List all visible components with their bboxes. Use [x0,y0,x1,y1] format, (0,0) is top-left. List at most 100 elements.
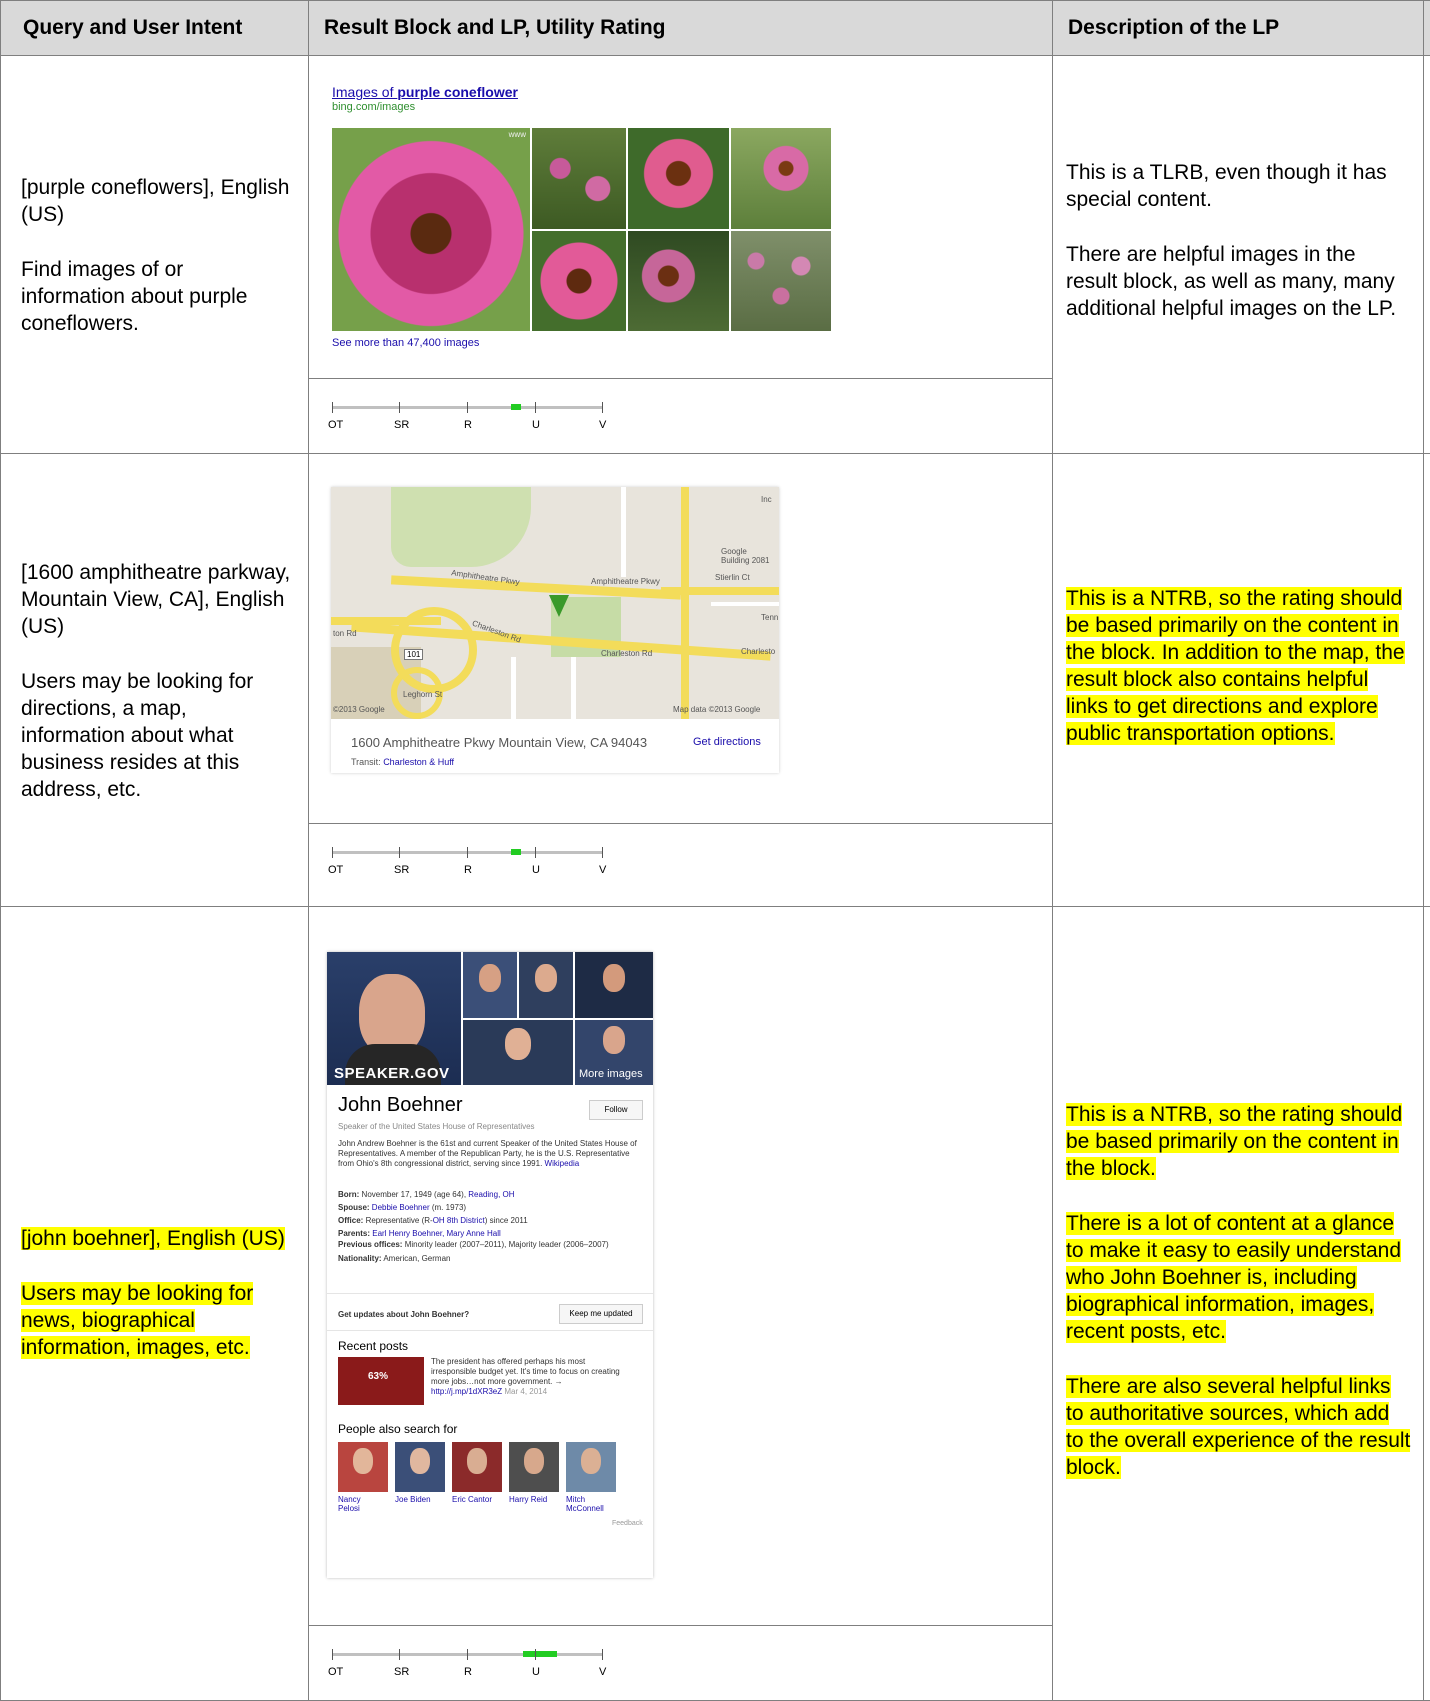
person-photo-reid[interactable] [509,1442,559,1492]
scale-label-sr: SR [394,864,410,876]
coneflower-thumb-1[interactable] [532,128,626,229]
images-title-link[interactable]: Images of purple coneflower [332,84,518,100]
post-text: The president has offered perhaps his mo… [431,1357,620,1396]
boehner-main-photo[interactable]: SPEAKER.GOV [327,952,461,1085]
coneflower-image-large[interactable]: www [332,128,530,331]
rating-fill [510,849,521,855]
scale-label-r: R [464,419,472,431]
images-source: bing.com/images [332,101,416,113]
row3-utility-scale: OT SR R U V [328,1645,614,1681]
follow-button[interactable]: Follow [589,1100,643,1120]
wikipedia-link[interactable]: Wikipedia [545,1159,580,1168]
map-pin-icon[interactable] [549,595,569,617]
fact-parents: Parents: Earl Henry Boehner, Mary Anne H… [338,1229,501,1238]
row2-utility-scale: OT SR R U V [328,843,614,879]
row3-intent: Users may be looking for news, biographi… [21,1282,254,1359]
row1-query-cell: [purple coneflowers], English (US) Find … [21,174,291,337]
person-name-link[interactable]: Joe Biden [395,1495,445,1504]
map-address: 1600 Amphitheatre Pkwy Mountain View, CA… [351,735,648,750]
row2-query: [1600 amphitheatre parkway, Mountain Vie… [21,561,291,638]
get-directions-link[interactable]: Get directions [693,736,761,748]
people-also-search-heading: People also search for [338,1422,458,1436]
header-description: Description of the LP [1068,16,1280,39]
boehner-thumb-4[interactable] [463,1020,573,1085]
row2-intent: Users may be looking for directions, a m… [21,670,254,801]
boehner-thumb-2[interactable] [519,952,573,1018]
feedback-link[interactable]: Feedback [612,1520,643,1527]
row1-image-result-block: Images of purple coneflower bing.com/ima… [332,84,842,354]
keep-updated-button[interactable]: Keep me updated [559,1304,643,1324]
highway-shield: 101 [404,649,424,660]
row2-description-p1: This is a NTRB, so the rating should be … [1066,587,1405,745]
coneflower-thumb-6[interactable] [731,231,831,331]
kp-bio: John Andrew Boehner is the 61st and curr… [338,1139,637,1168]
scale-label-r: R [464,864,472,876]
person-photo-pelosi[interactable] [338,1442,388,1492]
coneflower-thumb-5[interactable] [628,231,729,331]
person-photo-biden[interactable] [395,1442,445,1492]
scale-label-v: V [599,864,607,876]
kp-facts: Born: November 17, 1949 (age 64), Readin… [338,1188,638,1265]
person-photo-cantor[interactable] [452,1442,502,1492]
fact-office: Office: Representative (R-OH 8th Distric… [338,1216,528,1225]
image-watermark: www [508,130,526,139]
row1-description-p1: This is a TLRB, even though it has speci… [1066,161,1387,211]
person-name-link[interactable]: Harry Reid [509,1495,559,1504]
row1-utility-scale: OT SR R U V [328,398,614,434]
see-more-images-link[interactable]: See more than 47,400 images [332,337,479,349]
updates-prompt: Get updates about John Boehner? [338,1310,470,1319]
person-name-link[interactable]: Eric Cantor [452,1495,502,1504]
rating-fill [522,1651,557,1657]
row1-intent: Find images of or information about purp… [21,258,248,335]
scale-label-u: U [532,1666,540,1678]
row3-description-p3: There are also several helpful links to … [1066,1375,1411,1479]
person-name-link[interactable]: Nancy Pelosi [338,1495,378,1513]
post-link[interactable]: http://j.mp/1dXR3eZ [431,1387,502,1396]
person-name-link[interactable]: Mitch McConnell [566,1495,616,1513]
rating-fill [510,404,521,410]
scale-label-u: U [532,864,540,876]
image-mosaic[interactable]: www [332,128,838,331]
row2-query-cell: [1600 amphitheatre parkway, Mountain Vie… [21,559,291,803]
map-data-credit: Map data ©2013 Google [673,705,761,714]
fact-born: Born: November 17, 1949 (age 64), Readin… [338,1190,515,1199]
row3-description-p1: This is a NTRB, so the rating should be … [1066,1103,1403,1180]
row1-description-p2: There are helpful images in the result b… [1066,243,1397,320]
person-photo-mcconnell[interactable] [566,1442,616,1492]
scale-label-sr: SR [394,419,410,431]
transit-link[interactable]: Charleston & Huff [383,757,454,767]
more-images-label[interactable]: More images [579,1068,643,1080]
scale-label-ot: OT [328,419,344,431]
recent-posts-heading: Recent posts [338,1339,409,1353]
row3-knowledge-panel: SPEAKER.GOV More images John Boehner Fol… [327,952,653,1578]
row3-description: This is a NTRB, so the rating should be … [1066,1101,1411,1481]
map-view[interactable]: ©2013 Google Map data ©2013 Google Amphi… [331,487,779,719]
speaker-gov-watermark: SPEAKER.GOV [334,1065,450,1082]
scale-label-v: V [599,419,607,431]
row3-description-p2: There is a lot of content at a glance to… [1066,1212,1402,1343]
row3-query-cell: [john boehner], English (US) Users may b… [21,1225,291,1361]
row1-query: [purple coneflowers], English (US) [21,176,290,226]
scale-label-ot: OT [328,1666,344,1678]
header-result-block: Result Block and LP, Utility Rating [324,16,666,39]
row2-map-result-block: ©2013 Google Map data ©2013 Google Amphi… [331,487,779,773]
coneflower-thumb-4[interactable] [532,231,626,331]
post-thumbnail[interactable]: 63% [338,1357,424,1405]
transit-info: Transit: Charleston & Huff [351,757,455,767]
scale-label-ot: OT [328,864,344,876]
coneflower-thumb-3[interactable] [731,128,831,229]
more-images-tile[interactable]: More images [575,1020,653,1085]
map-copyright: ©2013 Google [333,705,385,714]
coneflower-thumb-2[interactable] [628,128,729,229]
boehner-thumb-3[interactable] [575,952,653,1018]
fact-nationality: Nationality: American, German [338,1254,451,1263]
scale-label-r: R [464,1666,472,1678]
row1-description: This is a TLRB, even though it has speci… [1066,159,1406,322]
scale-label-u: U [532,419,540,431]
header-query-intent: Query and User Intent [23,16,243,39]
fact-previous-offices: Previous offices: Minority leader (2007–… [338,1240,609,1249]
kp-title: John Boehner [338,1094,463,1116]
scale-label-sr: SR [394,1666,410,1678]
kp-subtitle: Speaker of the United States House of Re… [338,1122,535,1131]
boehner-thumb-1[interactable] [463,952,517,1018]
